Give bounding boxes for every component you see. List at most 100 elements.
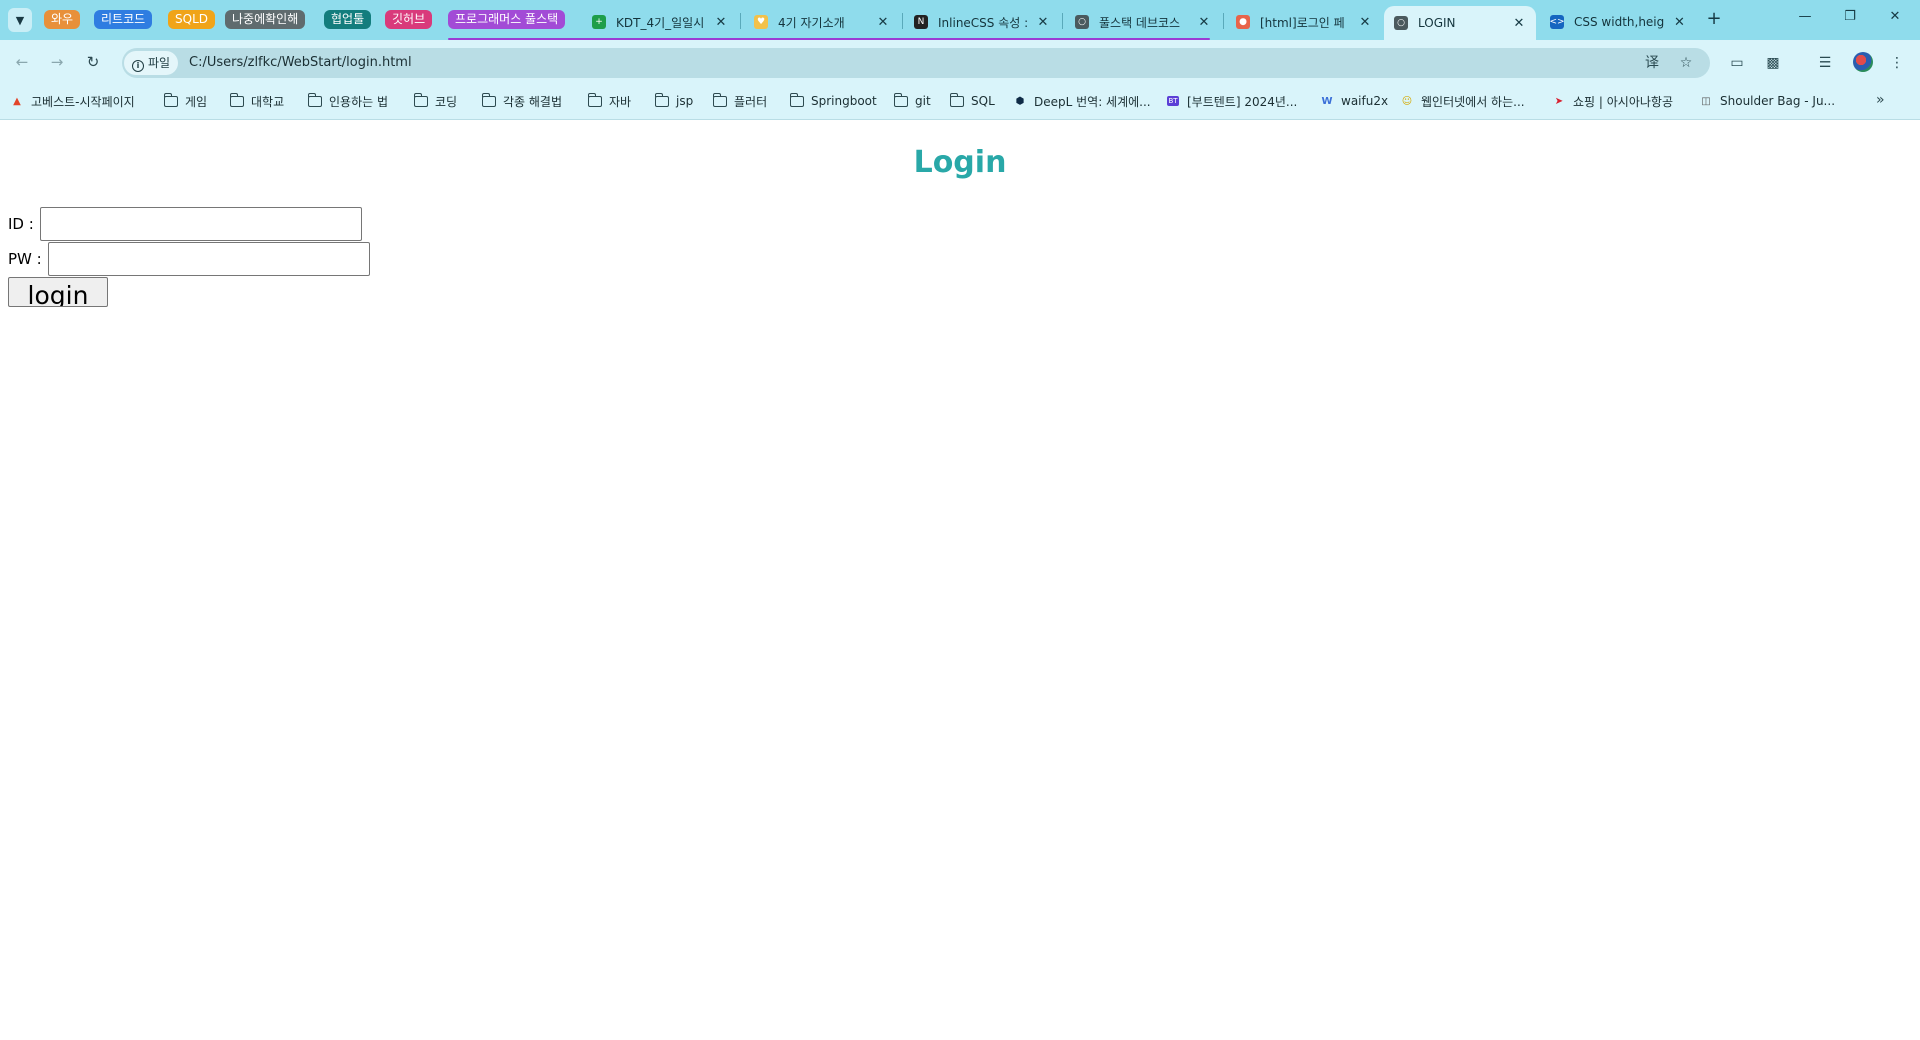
- bookmark-label: Springboot: [811, 94, 877, 108]
- tab-close-icon[interactable]: ✕: [1358, 15, 1372, 30]
- bookmark-item[interactable]: ➤ 쇼핑 | 아시아나항공: [1552, 91, 1673, 111]
- w-icon: W: [1321, 95, 1333, 107]
- back-arrow-icon[interactable]: ←: [12, 52, 32, 72]
- tab-separator: [1062, 13, 1063, 29]
- scheme-label: 파일: [148, 56, 171, 70]
- info-icon: i: [132, 60, 144, 72]
- heart-icon: ♥: [754, 15, 768, 29]
- tab-close-icon[interactable]: ✕: [876, 15, 890, 30]
- folder-icon: [893, 92, 908, 108]
- extensions-puzzle-icon[interactable]: ▩: [1762, 52, 1784, 74]
- bookmark-item[interactable]: BT [부트텐트] 2024년...: [1166, 91, 1297, 111]
- bookmark-item[interactable]: 자바: [587, 91, 632, 111]
- tab-group-chip[interactable]: 협업툴: [324, 10, 372, 29]
- bookmark-label: waifu2x: [1341, 94, 1389, 108]
- tab-close-icon[interactable]: ✕: [1036, 15, 1050, 30]
- bookmark-item[interactable]: 인용하는 법: [307, 91, 388, 111]
- bookmark-item[interactable]: Springboot: [789, 91, 877, 111]
- login-button[interactable]: login: [8, 277, 108, 307]
- tab-group-chip[interactable]: 와우: [44, 10, 81, 29]
- pw-input[interactable]: [47, 242, 370, 276]
- folder-icon: [587, 92, 602, 108]
- smile-icon: ☺: [1401, 95, 1413, 107]
- reload-icon[interactable]: ↻: [83, 52, 103, 72]
- bag-icon: ◫: [1701, 95, 1711, 107]
- id-label: ID :: [8, 215, 34, 233]
- pw-label: PW :: [8, 250, 42, 268]
- browser-tab[interactable]: ○ 풀스택 데브코스 ✕: [1065, 6, 1221, 38]
- bookmark-label: 대학교: [251, 94, 285, 109]
- browser-tab[interactable]: ♥ 4기 자기소개 ✕: [744, 6, 900, 38]
- page-title: Login: [913, 145, 1007, 180]
- bookmark-label: 코딩: [435, 94, 458, 109]
- forward-arrow-icon[interactable]: →: [47, 52, 67, 72]
- folder-icon: [654, 92, 669, 108]
- browser-tab[interactable]: ● [html]로그인 페 ✕: [1226, 6, 1382, 38]
- bookmark-item[interactable]: SQL: [949, 91, 995, 111]
- tab-title: 4기 자기소개: [778, 15, 845, 30]
- pw-row: PW :: [8, 242, 370, 276]
- tab-group-chip[interactable]: 깃허브: [385, 10, 433, 29]
- bookmark-item[interactable]: 코딩: [413, 91, 458, 111]
- bookmark-label: 플러터: [734, 94, 768, 109]
- tab-title: InlineCSS 속성 :: [938, 15, 1029, 30]
- menu-kebab-icon[interactable]: ⋮: [1886, 52, 1908, 74]
- minimize-icon[interactable]: —: [1785, 9, 1825, 24]
- bookmark-label: jsp: [676, 94, 694, 108]
- folder-icon: [307, 92, 322, 108]
- tab-group-chip[interactable]: 나중에확인해: [225, 10, 306, 29]
- bookmark-item[interactable]: 대학교: [229, 91, 285, 111]
- bookmarks-overflow-icon[interactable]: »: [1876, 92, 1885, 108]
- browser-tab[interactable]: ○ LOGIN ✕: [1384, 6, 1536, 40]
- bookmark-item[interactable]: ▲ 고베스트-시작페이지: [10, 91, 135, 111]
- tab-separator: [902, 13, 903, 29]
- browser-tab[interactable]: + KDT_4기_일일시 ✕: [582, 6, 738, 38]
- bookmark-label: [부트텐트] 2024년...: [1187, 94, 1298, 109]
- bookmark-label: 각종 해결법: [503, 94, 563, 109]
- browser-tab[interactable]: <> CSS width,heigh ✕: [1540, 6, 1696, 38]
- deepl-icon: ⬢: [1015, 95, 1025, 107]
- bookmark-item[interactable]: Wwaifu2x: [1320, 91, 1388, 111]
- folder-icon: [229, 92, 244, 108]
- close-window-icon[interactable]: ✕: [1875, 9, 1915, 24]
- tab-search-chevron-icon[interactable]: ▼: [8, 8, 32, 32]
- globe-icon: ○: [1394, 16, 1408, 30]
- browser-tab[interactable]: N InlineCSS 속성 : ✕: [904, 6, 1060, 38]
- bookmark-item[interactable]: git: [893, 91, 931, 111]
- bookmark-item[interactable]: ☺ 웹인터넷에서 하는...: [1400, 91, 1525, 111]
- translate-icon[interactable]: 译: [1641, 52, 1663, 74]
- bookmark-star-icon[interactable]: ☆: [1675, 52, 1697, 74]
- new-tab-plus-icon[interactable]: +: [1702, 8, 1726, 29]
- profile-avatar[interactable]: [1853, 52, 1873, 72]
- bookmark-item[interactable]: 게임: [163, 91, 207, 111]
- id-input[interactable]: [39, 207, 362, 241]
- tab-close-icon[interactable]: ✕: [1512, 16, 1526, 31]
- folder-icon: [481, 92, 496, 108]
- tab-group-chip[interactable]: 리트코드: [94, 10, 153, 29]
- tab-title: LOGIN: [1418, 16, 1456, 30]
- bookmark-item[interactable]: 플러터: [712, 91, 768, 111]
- tab-close-icon[interactable]: ✕: [714, 15, 728, 30]
- tab-title: [html]로그인 페: [1260, 15, 1345, 30]
- tab-close-icon[interactable]: ✕: [1197, 15, 1211, 30]
- bookmark-item[interactable]: ◫ Shoulder Bag - Ju...: [1699, 91, 1835, 111]
- fire-icon: ▲: [13, 95, 21, 107]
- bookmark-item[interactable]: jsp: [654, 91, 694, 111]
- id-row: ID :: [8, 207, 362, 241]
- reading-list-icon[interactable]: ☰: [1814, 52, 1836, 74]
- tab-title: CSS width,heigh: [1574, 15, 1665, 29]
- address-url[interactable]: C:/Users/zlfkc/WebStart/login.html: [189, 55, 412, 70]
- cast-icon[interactable]: ▭: [1726, 52, 1748, 74]
- bookmark-item[interactable]: ⬢ DeepL 번역: 세계에...: [1013, 91, 1151, 111]
- bookmark-label: 쇼핑 | 아시아나항공: [1573, 94, 1673, 109]
- site-info-chip[interactable]: i 파일: [124, 51, 179, 75]
- bookmark-label: 자바: [609, 94, 632, 109]
- bookmark-item[interactable]: 각종 해결법: [481, 91, 563, 111]
- tab-group-chip[interactable]: 프로그래머스 풀스택: [448, 10, 566, 29]
- restore-icon[interactable]: ❐: [1830, 9, 1870, 24]
- page-viewport: Login ID : PW : login: [0, 121, 1920, 1040]
- folder-icon: [712, 92, 727, 108]
- tab-separator: [1223, 13, 1224, 29]
- tab-close-icon[interactable]: ✕: [1673, 15, 1686, 30]
- tab-group-chip[interactable]: SQLD: [168, 10, 215, 29]
